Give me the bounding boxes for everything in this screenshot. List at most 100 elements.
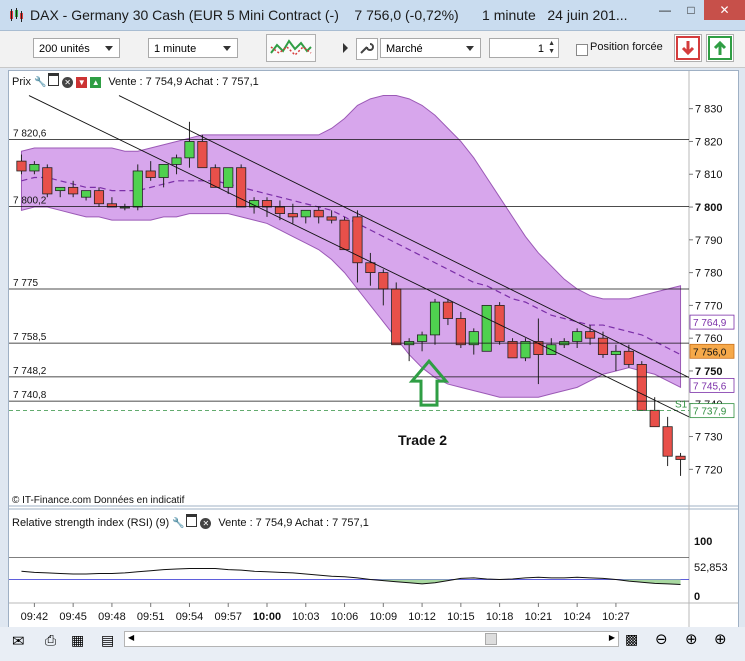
price-tag-label: 7 764,9 <box>693 318 727 329</box>
candle <box>391 282 402 346</box>
y-tick-label: 7 730 <box>695 432 723 444</box>
time-axis-label: 09:57 <box>214 611 242 623</box>
chevron-down-icon <box>105 46 113 51</box>
buy-order-button[interactable] <box>706 34 734 62</box>
level-label: 7 800,2 <box>13 195 47 206</box>
sell-order-button[interactable] <box>674 34 702 62</box>
zoom-out-icon[interactable]: ⊖ <box>655 630 668 648</box>
price-panel-quote: Vente : 7 754,9 Achat : 7 757,1 <box>108 76 259 88</box>
candle-body <box>223 167 234 188</box>
forced-position-checkbox[interactable] <box>576 44 588 56</box>
chart-grid-icon[interactable]: ▦ <box>71 632 84 649</box>
quantity-value: 1 <box>537 43 544 55</box>
level-label: 7 820,6 <box>13 128 47 139</box>
y-tick-label: 7 790 <box>695 235 723 247</box>
price-tag: 7 737,9 <box>689 403 735 419</box>
window-icon[interactable] <box>186 514 198 527</box>
wrench-icon[interactable]: 🔧 <box>172 518 184 529</box>
close-button[interactable]: ✕ <box>704 0 745 20</box>
wrench-icon[interactable] <box>356 38 378 60</box>
price-tag: 7 764,9 <box>689 314 735 330</box>
time-axis-label: 10:18 <box>486 611 514 623</box>
candle <box>520 338 531 362</box>
order-type-select[interactable]: Marché <box>380 38 481 58</box>
level-label: 7 758,5 <box>13 332 47 343</box>
print-icon[interactable]: ⎙ <box>45 632 56 649</box>
candle-body <box>158 164 169 178</box>
price-tag: 7 756,0 <box>689 343 735 359</box>
price-tag-label: 7 737,9 <box>693 407 727 418</box>
units-select[interactable]: 200 unités <box>33 38 120 58</box>
units-select-value: 200 unités <box>39 43 90 55</box>
arrow-up-green-icon[interactable]: ▲ <box>90 77 102 88</box>
document-icon[interactable]: ▤ <box>101 632 114 649</box>
candle-body <box>93 190 105 205</box>
candle <box>662 416 673 467</box>
bollinger-band <box>20 95 682 398</box>
time-axis-label: 10:21 <box>525 611 553 623</box>
rsi-panel-label: Relative strength index (RSI) (9) <box>12 517 170 529</box>
candle-body <box>236 167 247 208</box>
order-type-value: Marché <box>386 43 423 55</box>
price-chart[interactable]: 7 830 7 820 7 810 7 800 7 790 7 780 7 770 7 760… <box>9 71 738 627</box>
y-tick-label: 7 800 <box>695 202 723 214</box>
quantity-stepper[interactable]: 1 ▲ ▼ <box>489 38 559 58</box>
rsi-y-tick-label: 0 <box>694 591 700 603</box>
y-tick-label: 7 720 <box>695 464 723 476</box>
scroll-left-arrow-icon[interactable]: ◀ <box>128 633 134 642</box>
sell-arrow-icon <box>676 36 700 60</box>
close-icon[interactable]: ✕ <box>200 518 212 529</box>
candle-body <box>391 288 402 346</box>
forced-position-label: Position forcée <box>590 41 663 53</box>
candle-body <box>662 426 673 457</box>
zoom-fit-icon[interactable]: ▩ <box>625 631 638 648</box>
time-axis-label: 09:42 <box>21 611 49 623</box>
wrench-icon[interactable]: 🔧 <box>34 77 46 88</box>
candle-body <box>585 331 596 339</box>
price-tag-label: 7 745,6 <box>693 381 727 392</box>
scroll-thumb[interactable] <box>485 633 497 645</box>
time-axis-label: 10:15 <box>447 611 475 623</box>
candle-body <box>572 331 583 342</box>
zoom-in-icon[interactable]: ⊕ <box>714 630 727 648</box>
candle <box>507 338 518 359</box>
zoom-reset-icon[interactable]: ⊕ <box>685 630 698 648</box>
mail-icon[interactable]: ✉ <box>12 632 25 650</box>
candle <box>636 361 647 411</box>
chart-area[interactable]: 7 830 7 820 7 810 7 800 7 790 7 780 7 770 7 760… <box>8 70 739 628</box>
arrow-down-red-icon[interactable]: ▼ <box>76 77 88 88</box>
indicators-button[interactable] <box>266 34 316 62</box>
window-icon[interactable] <box>48 73 60 86</box>
candle-body <box>326 216 337 221</box>
candle <box>339 216 350 251</box>
maximize-button[interactable]: □ <box>678 0 704 20</box>
horizontal-scrollbar[interactable]: ◀ ▶ <box>124 631 619 647</box>
y-tick-label: 7 820 <box>695 136 723 148</box>
interval-select[interactable]: 1 minute <box>148 38 238 58</box>
candle-body <box>81 190 92 198</box>
candle-body <box>55 186 66 192</box>
time-axis-label: 09:54 <box>176 611 204 623</box>
time-axis-label: 09:48 <box>98 611 126 623</box>
collapse-arrow-icon[interactable] <box>343 43 348 53</box>
chevron-down-icon <box>223 46 231 51</box>
candle <box>42 164 53 198</box>
time-axis-label: 09:51 <box>137 611 165 623</box>
interval-select-value: 1 minute <box>154 43 197 55</box>
s1-label: S1 <box>675 400 688 411</box>
candle-body <box>623 350 634 365</box>
scroll-right-arrow-icon[interactable]: ▶ <box>609 633 615 642</box>
stepper-arrows-icon[interactable]: ▲ ▼ <box>548 40 555 56</box>
candle-body <box>16 160 27 172</box>
rsi-panel-header: Relative strength index (RSI) (9) 🔧 ✕ Ve… <box>12 514 369 529</box>
candle <box>481 304 492 352</box>
rsi-y-tick-label: 52,853 <box>694 562 728 574</box>
candle-body <box>339 219 350 251</box>
indicator-chart-icon <box>270 39 312 57</box>
candle-body <box>365 262 376 274</box>
candle-body <box>171 157 182 165</box>
minimize-button[interactable]: — <box>652 0 678 20</box>
candle-body <box>68 186 79 195</box>
close-icon[interactable]: ✕ <box>62 77 74 88</box>
time-axis-label: 09:45 <box>59 611 87 623</box>
